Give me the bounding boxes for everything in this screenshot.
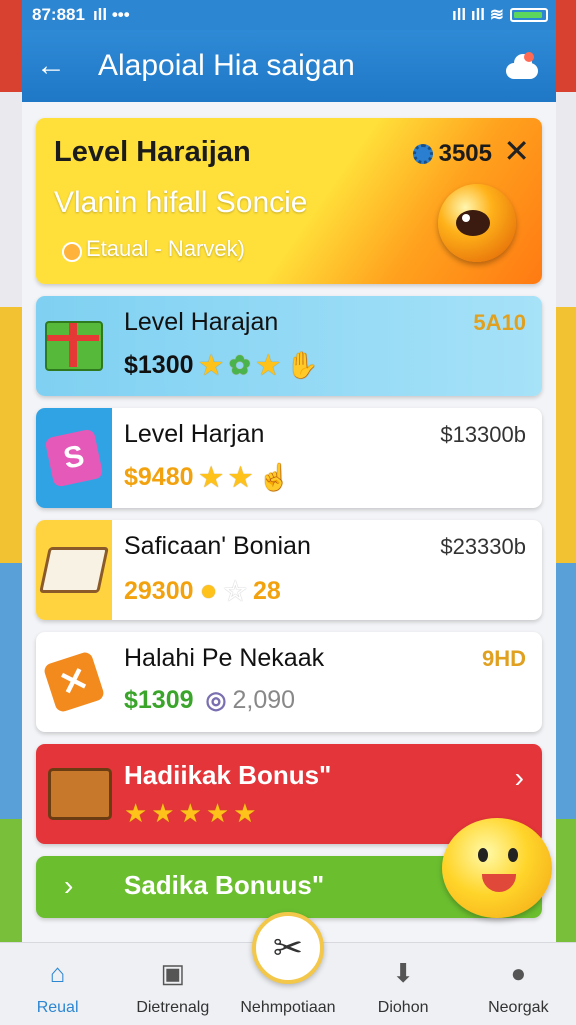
- cloud-icon[interactable]: [502, 51, 542, 81]
- star-icon: ★: [199, 350, 223, 380]
- level-list: Level Haraijan 3505 ✕ Vlanin hifall Sonc…: [36, 118, 542, 918]
- bonus-name: Hadiikak Bonus": [124, 760, 332, 790]
- person-icon: ●: [510, 957, 527, 988]
- star-icon: ★: [256, 350, 280, 380]
- status-icons: ıll •••: [92, 5, 130, 24]
- star-icon: ★: [199, 462, 223, 492]
- hand-icon: ✋: [285, 350, 319, 380]
- app-bar: ← Alapoial Hia saigan: [22, 30, 556, 102]
- item-extra: 28: [252, 576, 281, 605]
- hero-small-text: Etaual - Narvek): [86, 236, 245, 261]
- download-icon: ⬇: [392, 957, 415, 988]
- box-icon: S: [44, 428, 104, 488]
- nav-label: Dietrenalg: [136, 999, 210, 1016]
- item-value: $1300: [124, 351, 194, 379]
- star-icon: ★: [228, 462, 253, 492]
- item-icon-panel: ✕: [36, 632, 112, 732]
- outline-star-icon: ☆: [223, 575, 247, 606]
- chest-icon: [48, 768, 112, 820]
- clock-icon: ◎: [205, 687, 227, 714]
- nav-label: Neorgak: [488, 999, 549, 1016]
- item-price: 5A10: [473, 310, 526, 335]
- level-hero-card[interactable]: Level Haraijan 3505 ✕ Vlanin hifall Sonc…: [36, 118, 542, 284]
- list-item[interactable]: S Level Harjan $13300b $9480 ★ ★ ☝: [36, 408, 542, 508]
- nav-item-download[interactable]: ⬇ Diohon: [348, 943, 458, 1025]
- item-value-row: $1300 ★ ✿ ★ ✋: [124, 350, 318, 381]
- item-value-row: $1309 ◎ 2,090: [124, 686, 295, 715]
- mascot-icon: [442, 818, 552, 918]
- item-name: Saficaan' Bonian: [124, 532, 311, 560]
- nav-item-profile[interactable]: ● Neorgak: [463, 943, 573, 1025]
- close-icon[interactable]: ✕: [503, 132, 530, 170]
- list-item[interactable]: ✕ Halahi Pe Nekaak 9HD $1309 ◎ 2,090: [36, 632, 542, 732]
- gear-icon: [412, 144, 433, 164]
- gift-icon: [36, 296, 112, 396]
- hero-title: Level Haraijan: [54, 136, 251, 168]
- nav-label: Reual: [36, 999, 79, 1016]
- hero-subtitle: Vlanin hifall Soncie: [54, 186, 308, 219]
- item-icon-panel: S: [36, 408, 112, 508]
- item-name: Halahi Pe Nekaak: [124, 644, 325, 672]
- item-price: 9HD: [481, 646, 526, 671]
- list-item[interactable]: Saficaan' Bonian $23330b 29300 ● ☆ 28: [36, 520, 542, 620]
- nav-label: Nehmpotiaan: [240, 999, 336, 1016]
- item-price: $13300b: [440, 422, 526, 447]
- item-value-row: $9480 ★ ★ ☝: [124, 462, 291, 493]
- coin-icon: ●: [199, 574, 218, 607]
- item-name: Level Harajan: [124, 308, 279, 336]
- item-extra: 2,090: [232, 686, 296, 714]
- phone-screen: 87:881 ıll ••• ıll ıll ≋ ← Alapoial Hia …: [22, 0, 556, 1024]
- tools-icon: ✂: [272, 927, 304, 968]
- item-value: 29300: [124, 576, 194, 605]
- chevron-right-icon: ›: [514, 762, 524, 793]
- status-bar: 87:881 ıll ••• ıll ıll ≋: [22, 0, 556, 30]
- calendar-icon: ▣: [160, 957, 186, 988]
- flower-icon: ✿: [228, 350, 251, 380]
- coin-count: 3505: [438, 140, 492, 167]
- back-arrow-icon[interactable]: ←: [36, 49, 86, 83]
- list-item[interactable]: Level Harajan 5A10 $1300 ★ ✿ ★ ✋: [36, 296, 542, 396]
- bonus-name: Sadika Bonuus": [124, 870, 325, 900]
- nav-item-calendar[interactable]: ▣ Dietrenalg: [118, 943, 228, 1025]
- tools-fab-button[interactable]: ✂: [252, 912, 324, 984]
- status-time: 87:881: [32, 5, 85, 24]
- x-box-icon: ✕: [42, 650, 106, 714]
- item-icon-panel: [36, 520, 112, 620]
- page-title: Alapoial Hia saigan: [98, 49, 355, 82]
- orb-character-icon: [438, 184, 516, 262]
- item-name: Level Harjan: [124, 420, 265, 448]
- battery-icon: [510, 8, 548, 22]
- nav-item-home[interactable]: ⌂ Reual: [3, 943, 113, 1025]
- item-value: $1309: [124, 686, 194, 714]
- signal-icon: ıll ıll ≋: [451, 5, 504, 24]
- nav-label: Diohon: [377, 999, 429, 1016]
- home-icon: ⌂: [49, 957, 66, 988]
- bonus-stars: ★★★★★: [124, 798, 261, 828]
- item-value-row: 29300 ● ☆ 28: [124, 574, 281, 608]
- item-value: $9480: [124, 463, 194, 491]
- item-price: $23330b: [440, 534, 526, 559]
- chevron-right-icon: ›: [64, 870, 74, 901]
- coin-counter: 3505: [412, 140, 492, 168]
- hand-icon: ☝: [258, 462, 291, 492]
- drawer-icon: [39, 547, 109, 593]
